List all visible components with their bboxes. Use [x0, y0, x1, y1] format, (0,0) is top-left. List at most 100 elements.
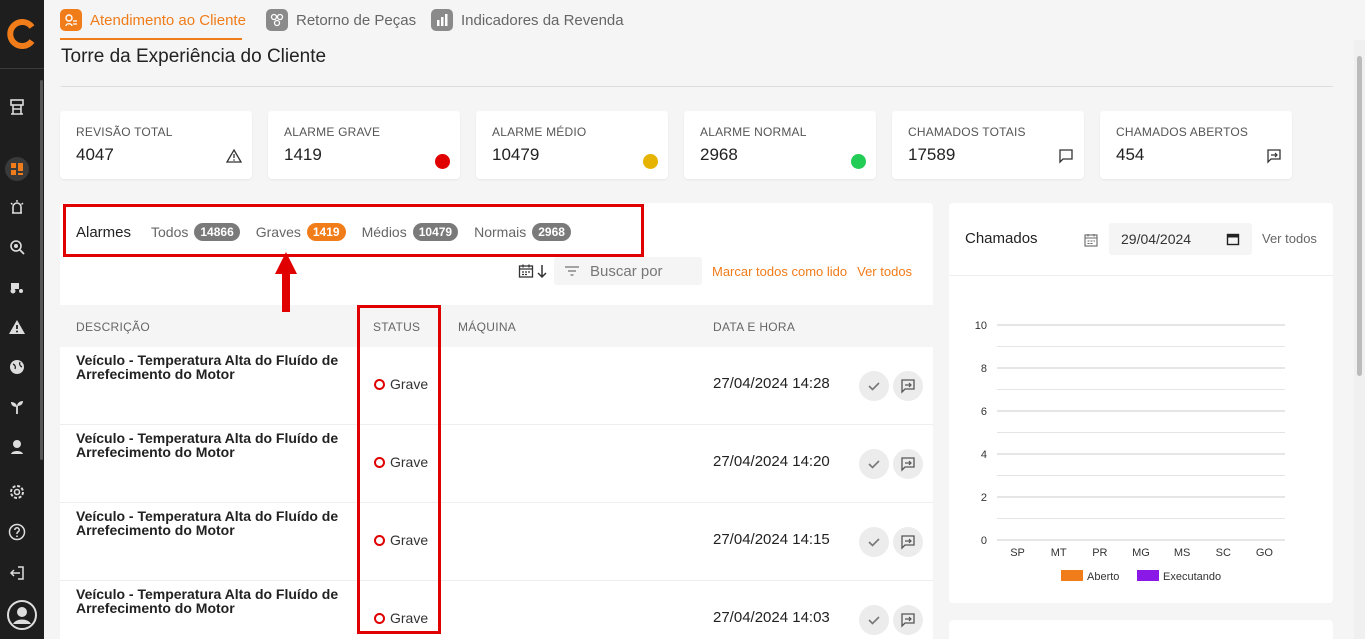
x-tick-label: SP [1010, 547, 1025, 559]
calls-panel: Chamados 29/04/2024 Ver todos 0 2 4 6 8 10 SP M… [949, 203, 1333, 603]
forward-message-icon [901, 379, 915, 394]
location-person-icon[interactable] [8, 438, 26, 456]
tab-retorno-pecas[interactable]: Retorno de Peças [266, 8, 416, 32]
row-description: Veículo - Temperatura Alta do Fluído de … [76, 430, 339, 460]
kpi-alarme-medio[interactable]: ALARME MÉDIO 10479 [476, 111, 668, 179]
open-call-button[interactable] [893, 371, 923, 401]
kpi-chamados-totais[interactable]: CHAMADOS TOTAIS 17589 [892, 111, 1084, 179]
y-tick-label: 8 [981, 363, 987, 375]
parts-icon [266, 9, 288, 31]
row-description: Veículo - Temperatura Alta do Fluído de … [76, 352, 339, 382]
bar-chart-icon [431, 9, 453, 31]
legend-swatch [1061, 570, 1083, 581]
cog-search-icon[interactable] [8, 238, 26, 256]
check-icon [868, 460, 880, 469]
open-call-button[interactable] [893, 605, 923, 635]
forward-message-icon [901, 535, 915, 550]
forward-message-icon [901, 457, 915, 472]
user-avatar-icon[interactable] [6, 599, 38, 631]
customer-service-icon [60, 9, 82, 31]
table-row[interactable]: Veículo - Temperatura Alta do Fluído de … [60, 347, 933, 425]
y-tick-label: 10 [975, 320, 987, 332]
highlight-box-status [357, 305, 441, 634]
tab-atendimento[interactable]: Atendimento ao Cliente [60, 8, 246, 32]
green-status-dot [851, 154, 866, 169]
table-row[interactable]: Veículo - Temperatura Alta do Fluído de … [60, 503, 933, 581]
globe-icon[interactable] [8, 358, 26, 376]
see-all-calls-link[interactable]: Ver todos [1262, 231, 1317, 246]
tower-icon[interactable] [8, 98, 26, 116]
calls-divider [949, 275, 1333, 276]
kpi-value: 1419 [284, 145, 322, 164]
x-tick-label: MG [1132, 547, 1150, 559]
kpi-label: ALARME GRAVE [284, 125, 381, 139]
date-sort-button[interactable] [518, 263, 548, 279]
open-call-button[interactable] [893, 449, 923, 479]
kpi-label: CHAMADOS TOTAIS [908, 125, 1026, 139]
tractor-icon[interactable] [8, 278, 26, 296]
check-button[interactable] [859, 527, 889, 557]
row-datetime: 27/04/2024 14:03 [713, 609, 830, 626]
alarms-toolbar: Buscar por Marcar todos como lido Ver to… [518, 257, 912, 285]
check-button[interactable] [859, 449, 889, 479]
next-card [949, 620, 1333, 639]
col-maquina[interactable]: MÁQUINA [458, 320, 516, 334]
check-button[interactable] [859, 605, 889, 635]
check-icon [868, 538, 880, 547]
calendar-icon [518, 264, 534, 278]
yellow-status-dot [643, 154, 658, 169]
sidebar-scrollbar[interactable] [40, 80, 43, 460]
page-title: Torre da Experiência do Cliente [61, 46, 327, 67]
kpi-value: 454 [1116, 145, 1145, 164]
row-description: Veículo - Temperatura Alta do Fluído de … [76, 586, 339, 616]
logo-icon[interactable] [6, 18, 38, 50]
search-input[interactable]: Buscar por [554, 257, 702, 285]
kpi-value: 4047 [76, 145, 114, 164]
page-scrollbar[interactable] [1354, 40, 1365, 639]
forward-message-icon [1266, 148, 1282, 169]
arrow-down-icon [537, 265, 547, 279]
warning-icon [225, 148, 243, 169]
see-all-alarms-link[interactable]: Ver todos [857, 264, 912, 279]
y-tick-label: 2 [981, 492, 987, 504]
kpi-revisao-total[interactable]: REVISÃO TOTAL 4047 [60, 111, 252, 179]
kpi-value: 2968 [700, 145, 738, 164]
date-input[interactable]: 29/04/2024 [1109, 223, 1252, 255]
kpi-chamados-abertos[interactable]: CHAMADOS ABERTOS 454 [1100, 111, 1292, 179]
plant-icon[interactable] [8, 398, 26, 416]
warning-icon[interactable] [8, 318, 26, 336]
check-button[interactable] [859, 371, 889, 401]
x-tick-label: GO [1256, 547, 1274, 559]
settings-icon[interactable] [8, 483, 26, 501]
row-datetime: 27/04/2024 14:20 [713, 453, 830, 470]
legend-swatch [1137, 570, 1159, 581]
tab-indicadores[interactable]: Indicadores da Revenda [431, 8, 624, 32]
forward-message-icon [901, 613, 915, 628]
filter-icon [565, 266, 579, 276]
alarm-icon[interactable] [8, 198, 26, 216]
alarms-panel: Alarmes Todos 14866 Graves 1419 Médios 1… [60, 203, 933, 639]
table-row[interactable]: Veículo - Temperatura Alta do Fluído de … [60, 581, 933, 639]
dashboard-icon[interactable] [5, 157, 29, 181]
table-row[interactable]: Veículo - Temperatura Alta do Fluído de … [60, 425, 933, 503]
col-descricao[interactable]: DESCRIÇÃO [76, 320, 150, 334]
calls-bar-chart: 0 2 4 6 8 10 SP MT PR MG MS SC GO Aberto Executando [975, 320, 1285, 583]
help-icon[interactable] [8, 523, 26, 541]
search-placeholder: Buscar por [590, 262, 663, 280]
scrollbar-thumb[interactable] [1357, 56, 1362, 376]
logout-icon[interactable] [8, 564, 26, 582]
calendar-picker-icon[interactable] [1226, 232, 1240, 246]
row-description: Veículo - Temperatura Alta do Fluído de … [76, 508, 339, 538]
x-tick-label: MS [1174, 547, 1191, 559]
mark-all-read-link[interactable]: Marcar todos como lido [712, 264, 847, 279]
open-call-button[interactable] [893, 527, 923, 557]
kpi-alarme-grave[interactable]: ALARME GRAVE 1419 [268, 111, 460, 179]
kpi-alarme-normal[interactable]: ALARME NORMAL 2968 [684, 111, 876, 179]
calls-title: Chamados [965, 230, 1038, 247]
kpi-label: ALARME NORMAL [700, 125, 807, 139]
chat-icon [1058, 148, 1074, 169]
kpi-label: REVISÃO TOTAL [76, 125, 173, 139]
kpi-value: 17589 [908, 145, 956, 164]
col-data-hora[interactable]: DATA E HORA [713, 320, 795, 334]
tab-label: Retorno de Peças [296, 11, 417, 29]
